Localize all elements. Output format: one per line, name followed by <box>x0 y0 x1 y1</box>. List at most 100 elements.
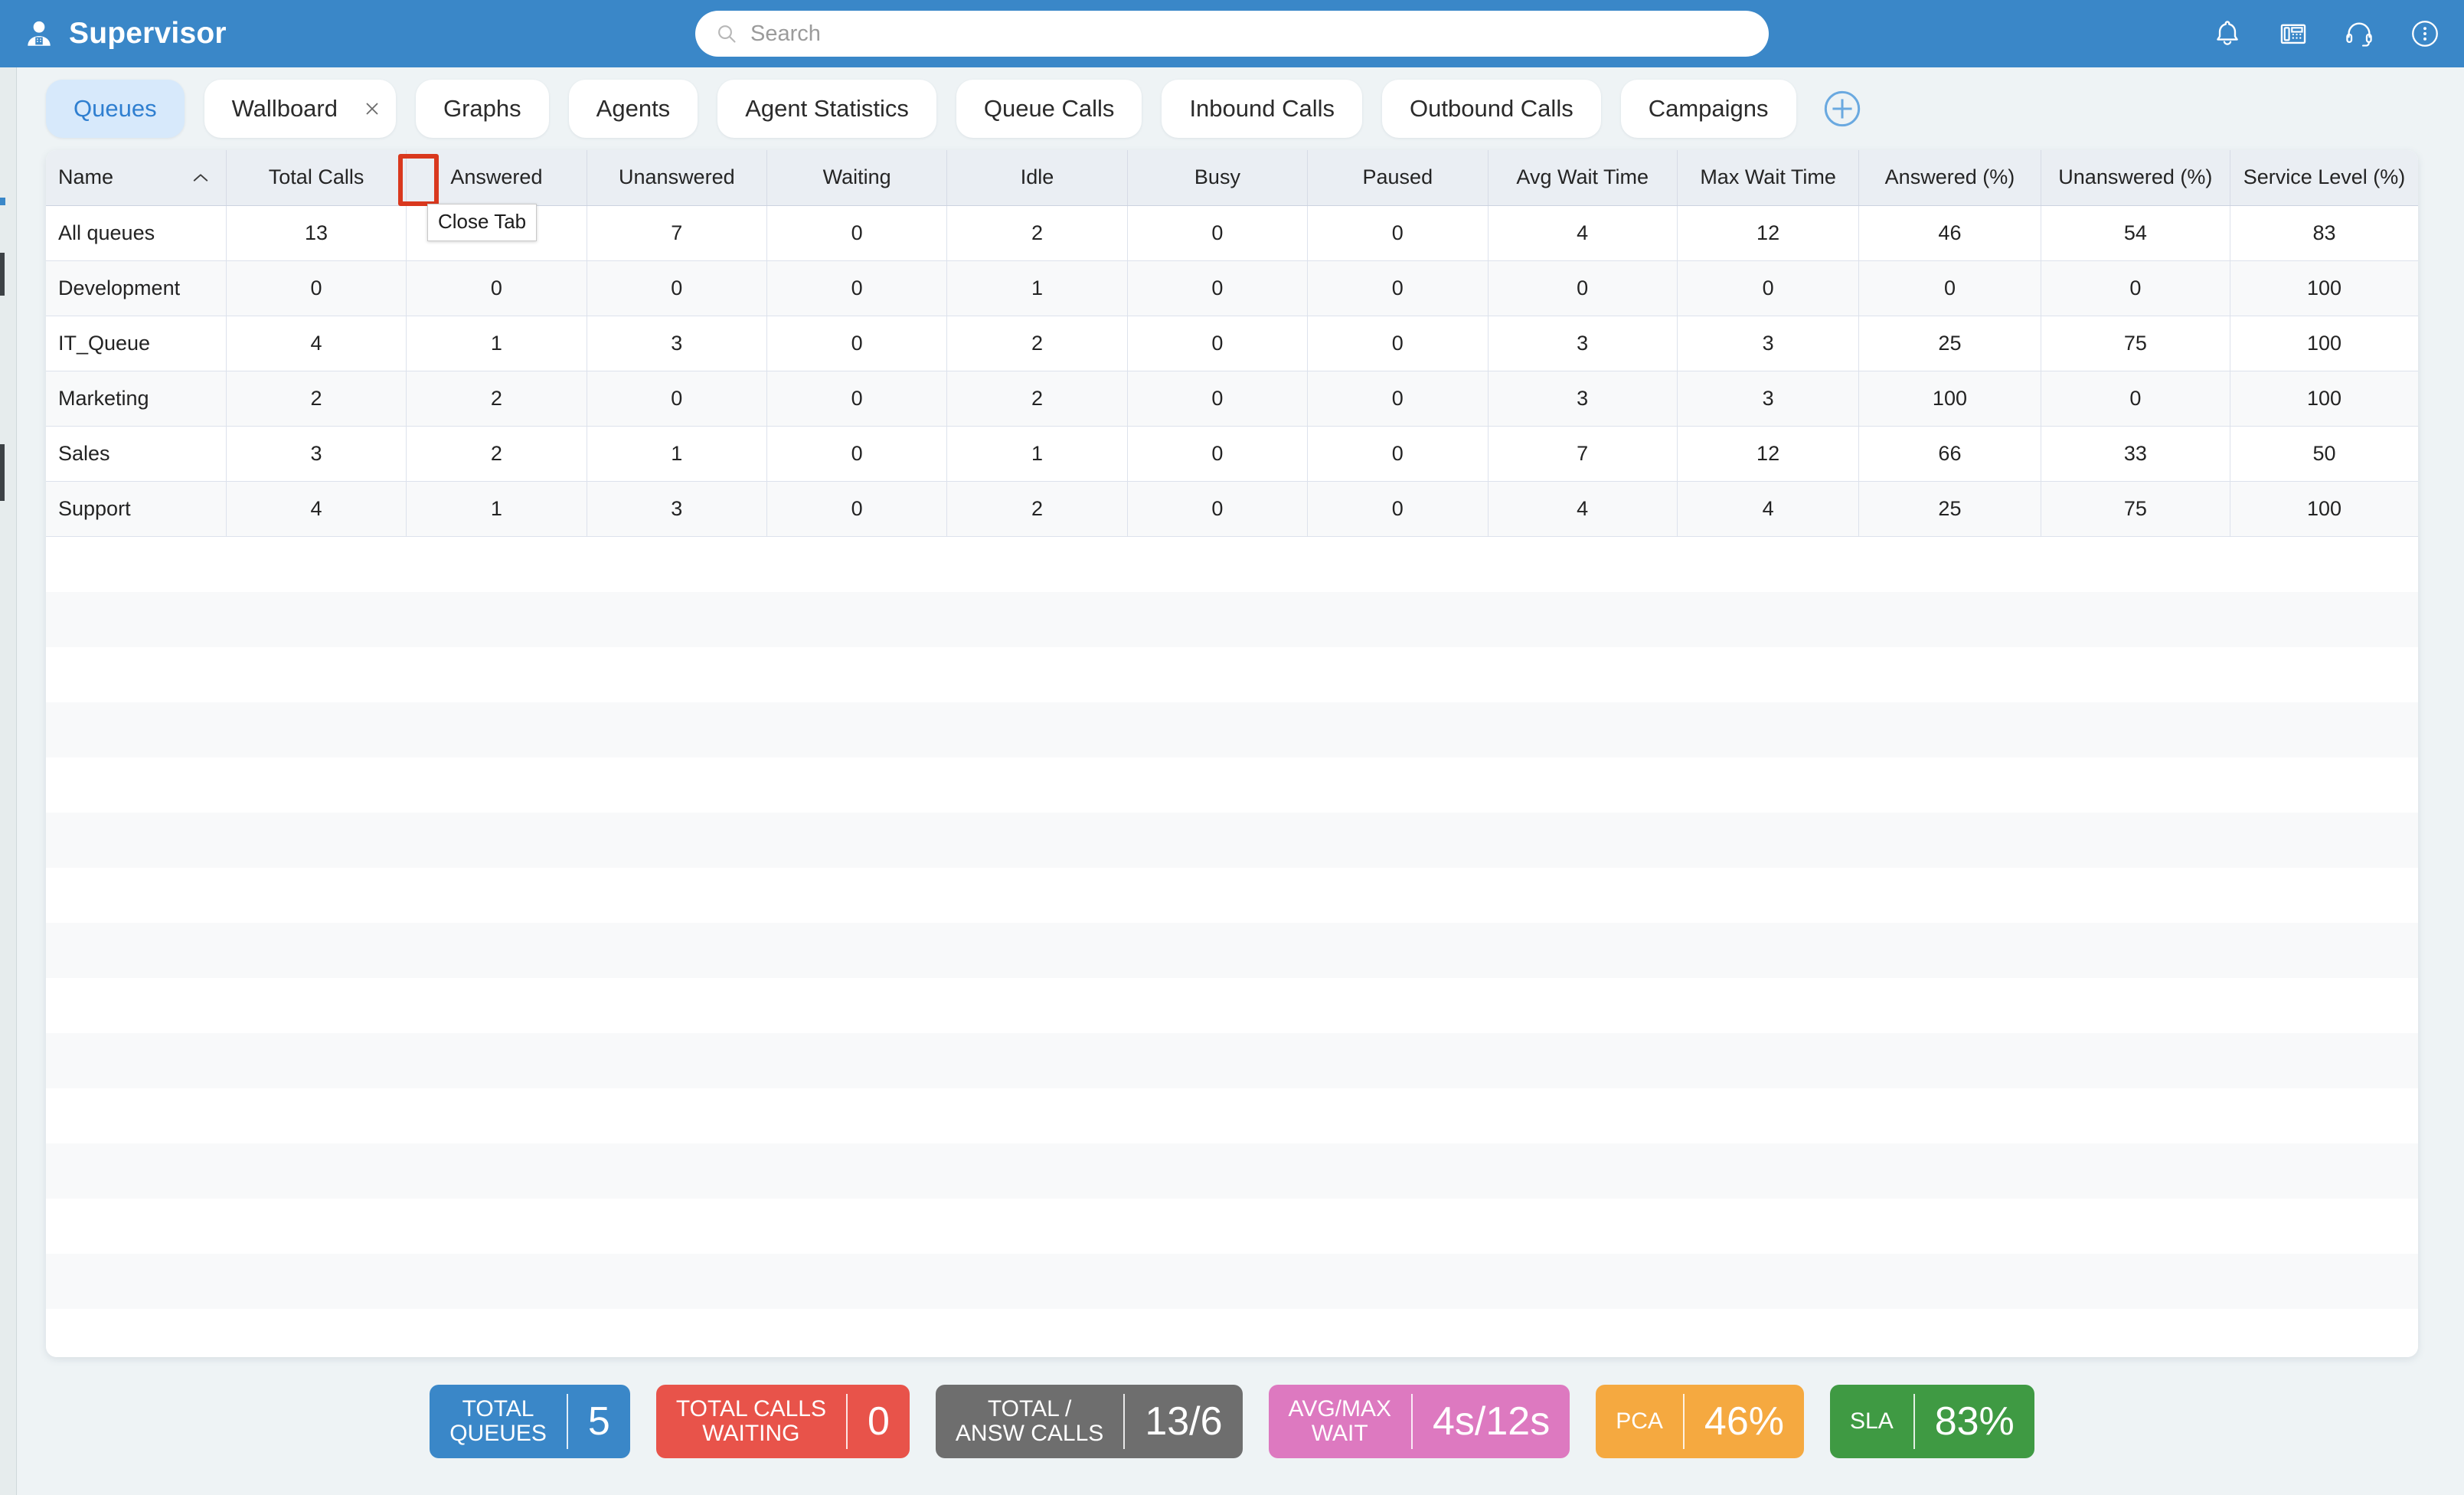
column-header-avg-wait-time[interactable]: Avg Wait Time <box>1488 150 1678 206</box>
column-header-service-level-pct[interactable]: Service Level (%) <box>2230 150 2418 206</box>
cell-total-calls: 13 <box>226 205 407 261</box>
column-header-busy[interactable]: Busy <box>1127 150 1309 206</box>
tab-label: Graphs <box>443 95 521 122</box>
user-avatar-icon <box>28 21 51 46</box>
cell-avg-wait-time: 3 <box>1488 316 1678 371</box>
column-header-max-wait-time[interactable]: Max Wait Time <box>1677 150 1860 206</box>
tab-queue-calls[interactable]: Queue Calls <box>956 80 1142 138</box>
column-header-waiting[interactable]: Waiting <box>766 150 948 206</box>
cell-name: IT_Queue <box>46 316 227 371</box>
header-label: Unanswered <box>619 165 735 189</box>
cell-max-wait-time: 3 <box>1677 371 1860 427</box>
table-header-row: Name Total Calls Answered Unanswered Wai… <box>46 150 2418 206</box>
column-header-idle[interactable]: Idle <box>946 150 1128 206</box>
empty-row <box>46 702 2418 757</box>
status-card-label: SLA <box>1830 1385 1913 1458</box>
tab-label: Outbound Calls <box>1410 95 1573 122</box>
empty-row <box>46 646 2418 702</box>
chevron-up-icon <box>193 174 208 182</box>
cell-avg-wait-time: 0 <box>1488 260 1678 316</box>
table-row[interactable]: Development 0 0 0 0 1 0 0 0 0 0 0 100 <box>46 260 2418 316</box>
status-card-avg-max-wait[interactable]: AVG/MAX WAIT 4s/12s <box>1268 1385 1570 1458</box>
edge-header-strip <box>0 0 17 67</box>
more-options-icon[interactable] <box>2409 18 2441 50</box>
cell-avg-wait-time: 4 <box>1488 205 1678 261</box>
tab-inbound-calls[interactable]: Inbound Calls <box>1162 80 1363 138</box>
cell-paused: 0 <box>1307 426 1489 482</box>
status-card-pca[interactable]: PCA 46% <box>1596 1385 1804 1458</box>
table-row[interactable]: Support 4 1 3 0 2 0 0 4 4 25 75 100 <box>46 481 2418 537</box>
search-bar[interactable] <box>695 11 1769 57</box>
status-card-label: AVG/MAX WAIT <box>1269 1385 1411 1458</box>
header-label: Busy <box>1194 165 1240 189</box>
cell-paused: 0 <box>1307 481 1489 537</box>
desk-phone-icon[interactable] <box>2277 18 2309 50</box>
status-card-label: PCA <box>1596 1385 1683 1458</box>
label-line-2: ANSW CALLS <box>955 1421 1104 1446</box>
table-row[interactable]: All queues 13 6 7 0 2 0 0 4 12 46 54 83 <box>46 205 2418 261</box>
cell-name: Marketing <box>46 371 227 427</box>
cell-waiting: 0 <box>766 260 948 316</box>
empty-row <box>46 1088 2418 1143</box>
bell-icon[interactable] <box>2211 18 2243 50</box>
column-header-name[interactable]: Name <box>46 150 227 206</box>
cell-avg-wait-time: 7 <box>1488 426 1678 482</box>
tab-agent-statistics[interactable]: Agent Statistics <box>717 80 936 138</box>
header-label: Answered (%) <box>1884 165 2015 189</box>
table-row[interactable]: Marketing 2 2 0 0 2 0 0 3 3 100 0 100 <box>46 371 2418 427</box>
search-input[interactable] <box>750 21 1749 47</box>
column-header-answered-pct[interactable]: Answered (%) <box>1858 150 2041 206</box>
cell-service-level-pct: 100 <box>2230 371 2418 427</box>
column-header-total-calls[interactable]: Total Calls <box>226 150 407 206</box>
cell-unanswered: 1 <box>587 426 768 482</box>
tab-queues[interactable]: Queues <box>46 80 185 138</box>
label-line-1: SLA <box>1850 1408 1894 1434</box>
cell-answered-pct: 66 <box>1858 426 2041 482</box>
tab-label: Queues <box>74 95 157 122</box>
plus-circle-icon[interactable] <box>1822 89 1862 129</box>
top-bar: Supervisor <box>0 0 2464 67</box>
status-card-total-calls-waiting[interactable]: TOTAL CALLS WAITING 0 <box>655 1385 910 1458</box>
tab-wallboard[interactable]: Wallboard <box>204 80 396 138</box>
cell-unanswered: 0 <box>587 260 768 316</box>
header-label: Max Wait Time <box>1700 165 1836 189</box>
cell-unanswered-pct: 33 <box>2041 426 2231 482</box>
cell-unanswered-pct: 0 <box>2041 260 2231 316</box>
cell-total-calls: 2 <box>226 371 407 427</box>
empty-row <box>46 977 2418 1033</box>
tab-graphs[interactable]: Graphs <box>416 80 549 138</box>
tab-outbound-calls[interactable]: Outbound Calls <box>1382 80 1601 138</box>
tab-label: Agent Statistics <box>745 95 909 122</box>
empty-row <box>46 1253 2418 1309</box>
status-card-total-answ-calls[interactable]: TOTAL / ANSW CALLS 13/6 <box>935 1385 1243 1458</box>
column-header-unanswered[interactable]: Unanswered <box>587 150 768 206</box>
cell-name: Support <box>46 481 227 537</box>
headset-icon[interactable] <box>2343 18 2375 50</box>
column-header-unanswered-pct[interactable]: Unanswered (%) <box>2041 150 2231 206</box>
table-row[interactable]: Sales 3 2 1 0 1 0 0 7 12 66 33 50 <box>46 426 2418 482</box>
close-icon[interactable] <box>348 80 396 138</box>
cell-idle: 1 <box>946 426 1128 482</box>
status-card-sla[interactable]: SLA 83% <box>1830 1385 2034 1458</box>
column-header-paused[interactable]: Paused <box>1307 150 1489 206</box>
status-card-total-queues[interactable]: TOTAL QUEUES 5 <box>430 1385 630 1458</box>
cell-total-calls: 0 <box>226 260 407 316</box>
status-card-label: TOTAL QUEUES <box>430 1385 567 1458</box>
tab-label: Wallboard <box>231 95 338 122</box>
search-icon <box>718 25 736 43</box>
status-cards: TOTAL QUEUES 5 TOTAL CALLS WAITING 0 TOT… <box>0 1357 2464 1495</box>
table-row[interactable]: IT_Queue 4 1 3 0 2 0 0 3 3 25 75 100 <box>46 316 2418 371</box>
cell-unanswered-pct: 0 <box>2041 371 2231 427</box>
empty-row <box>46 922 2418 978</box>
tab-agents[interactable]: Agents <box>568 80 698 138</box>
header-label: Paused <box>1362 165 1433 189</box>
queues-panel: Name Total Calls Answered Unanswered Wai… <box>46 150 2418 1357</box>
table-empty-area <box>46 536 2418 1357</box>
cell-answered-pct: 46 <box>1858 205 2041 261</box>
tab-campaigns[interactable]: Campaigns <box>1620 80 1796 138</box>
status-card-value: 0 <box>868 1399 890 1444</box>
cell-answered: 1 <box>406 481 587 537</box>
cell-service-level-pct: 100 <box>2230 481 2418 537</box>
cell-waiting: 0 <box>766 426 948 482</box>
column-header-answered[interactable]: Answered <box>406 150 587 206</box>
